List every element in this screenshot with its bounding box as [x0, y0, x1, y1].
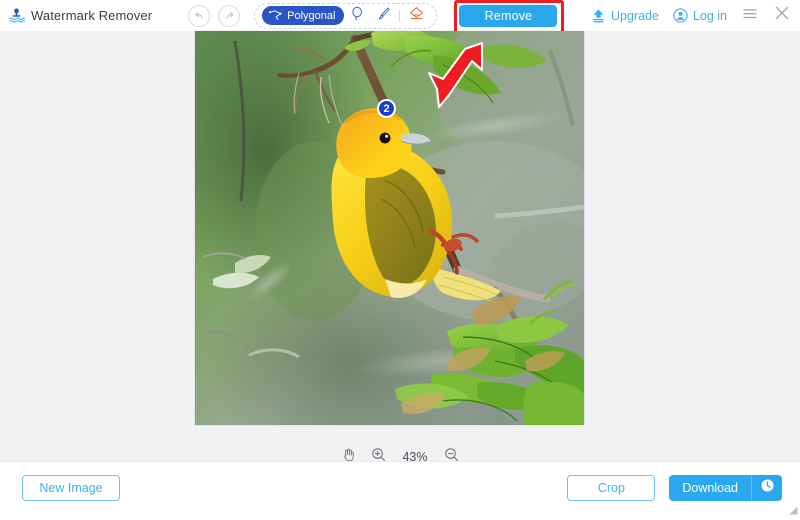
login-button[interactable]: Log in — [673, 8, 727, 23]
app-title: Watermark Remover — [31, 8, 153, 23]
undo-button[interactable] — [188, 4, 211, 27]
download-button[interactable]: Download — [669, 474, 782, 501]
tool-polygonal[interactable]: Polygonal — [262, 6, 345, 25]
lasso-icon — [350, 6, 365, 26]
history-controls — [188, 4, 241, 27]
upgrade-button[interactable]: Upgrade — [591, 8, 659, 23]
menu-button[interactable] — [741, 7, 759, 25]
close-button[interactable] — [773, 5, 791, 26]
user-circle-icon — [673, 8, 688, 23]
edit-tools-group: Polygonal — [254, 2, 438, 29]
editor-canvas[interactable]: 2 43% — [0, 31, 800, 464]
download-label: Download — [682, 480, 738, 495]
redo-button[interactable] — [218, 4, 241, 27]
upload-arrow-icon — [591, 8, 606, 23]
tool-polygonal-label: Polygonal — [287, 9, 336, 22]
bottom-right-actions: Crop Download — [567, 474, 782, 501]
clock-icon — [760, 478, 775, 498]
eraser-icon — [408, 6, 425, 26]
resize-grip[interactable] — [789, 502, 798, 515]
close-icon — [774, 5, 790, 26]
tool-divider — [399, 9, 401, 22]
polygonal-lasso-icon — [269, 10, 282, 21]
brush-icon — [376, 6, 391, 26]
hamburger-menu-icon — [742, 5, 758, 26]
watermark-logo-icon — [8, 7, 26, 24]
login-label: Log in — [692, 8, 727, 23]
remove-action-wrapper: Remove — [454, 0, 565, 34]
tool-brush[interactable] — [370, 5, 396, 27]
crop-button[interactable]: Crop — [567, 474, 656, 501]
new-image-button[interactable]: New Image — [22, 474, 120, 501]
remove-button[interactable]: Remove — [459, 4, 558, 27]
tool-eraser[interactable] — [403, 5, 429, 27]
upgrade-label: Upgrade — [610, 8, 659, 23]
tool-lasso[interactable] — [344, 5, 370, 27]
redo-icon — [224, 10, 235, 21]
app-brand: Watermark Remover — [8, 7, 152, 24]
bottom-toolbar: New Image Crop Download — [0, 461, 800, 515]
download-history-button[interactable] — [752, 475, 782, 501]
undo-icon — [194, 10, 205, 21]
top-toolbar: Watermark Remover Polygonal Remove Upgra… — [0, 0, 800, 34]
annotation-badge-2: 2 — [377, 99, 396, 118]
source-image[interactable] — [195, 31, 584, 425]
top-right-actions: Upgrade Log in — [591, 5, 791, 26]
app-window: Watermark Remover Polygonal Remove Upgra… — [0, 0, 800, 515]
